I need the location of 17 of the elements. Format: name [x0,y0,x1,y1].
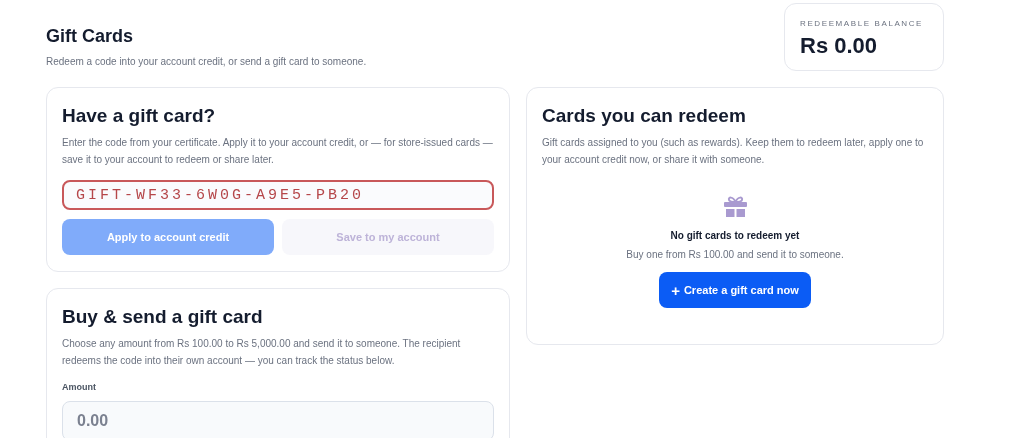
page-title: Gift Cards [46,25,134,47]
balance-label: REDEEMABLE BALANCE [800,19,925,28]
card-description: Gift cards assigned to you (such as rewards). Keep them to redeem later, apply one to your account credit now, or share it with someone. [542,136,925,167]
empty-state-text: Buy one from Rs 100.00 and send it to someone. [626,249,844,260]
gift-icon [722,196,748,218]
card-description: Choose any amount from Rs 100.00 to Rs 5,000.00 and send it to someone. The recipient redeems the code into their own account — you can track the status below. [62,337,462,368]
empty-state-title: No gift cards to redeem yet [670,230,800,241]
card-title: Have a gift card? [62,104,217,128]
code-field[interactable]: GIFT-WF33-6W0G-A9E5-PB20 [62,180,494,210]
card-description: Enter the code from your certificate. Apply it to your account credit, or — for store-issued cards — save it to your account to redeem or share later. [62,136,494,167]
card-title: Buy & send a gift card [62,305,264,329]
field-label: Amount [62,382,96,392]
page-subtitle: Redeem a code into your account credit, or send a gift card to someone. [46,56,367,67]
amount-field[interactable]: 0.00 [62,401,494,438]
balance-amount: Rs 0.00 [800,33,879,59]
card-title: Cards you can redeem [542,104,747,128]
create-gift-card-button[interactable]: + Create a gift card now [659,272,811,308]
